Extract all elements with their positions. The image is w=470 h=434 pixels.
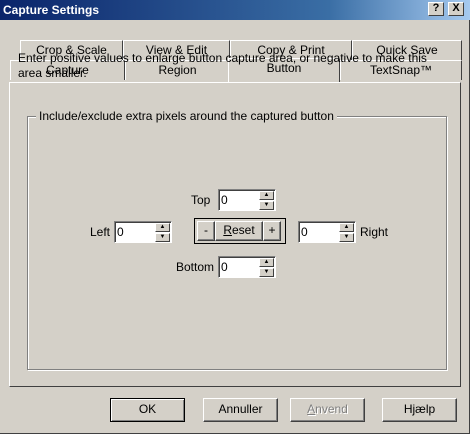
right-up-arrow-icon[interactable]: ▲	[339, 223, 354, 232]
reset-button[interactable]: Reset	[215, 221, 263, 241]
reset-mnemonic: R	[223, 223, 232, 237]
bottom-down-arrow-icon[interactable]: ▼	[259, 268, 274, 277]
apply-button[interactable]: Anvend	[290, 398, 365, 422]
group-description: Enter positive values to enlarge button …	[18, 51, 427, 80]
reset-label-rest: eset	[231, 223, 255, 237]
bottom-spinner[interactable]: ▲ ▼	[218, 256, 276, 278]
top-down-arrow-icon[interactable]: ▼	[259, 201, 274, 210]
right-label: Right	[360, 225, 389, 239]
decrease-all-button[interactable]: -	[197, 221, 215, 241]
left-up-arrow-icon[interactable]: ▲	[155, 223, 170, 232]
right-spinner[interactable]: ▲ ▼	[298, 221, 356, 243]
top-spinner[interactable]: ▲ ▼	[218, 189, 276, 211]
increase-all-button[interactable]: +	[263, 221, 281, 241]
bottom-label: Bottom	[176, 260, 215, 274]
right-down-arrow-icon[interactable]: ▼	[339, 233, 354, 242]
ok-button[interactable]: OK	[110, 398, 185, 422]
top-label: Top	[191, 193, 211, 207]
bottom-up-arrow-icon[interactable]: ▲	[259, 258, 274, 267]
help-button[interactable]: Hjælp	[382, 398, 457, 422]
panel-content: Enter positive values to enlarge button …	[0, 0, 470, 434]
reset-button-group: - Reset +	[194, 218, 286, 244]
apply-label-rest: nvend	[315, 402, 348, 416]
right-input[interactable]	[301, 223, 337, 240]
apply-mnemonic: A	[307, 402, 316, 416]
bottom-input[interactable]	[221, 258, 257, 275]
top-up-arrow-icon[interactable]: ▲	[259, 191, 274, 200]
left-spinner[interactable]: ▲ ▼	[114, 221, 172, 243]
left-label: Left	[90, 225, 111, 239]
capture-settings-window: Capture Settings ? X Crop & Scale View &…	[0, 0, 470, 434]
left-input[interactable]	[117, 223, 153, 240]
left-down-arrow-icon[interactable]: ▼	[155, 233, 170, 242]
cancel-button[interactable]: Annuller	[203, 398, 278, 422]
top-input[interactable]	[221, 191, 257, 208]
